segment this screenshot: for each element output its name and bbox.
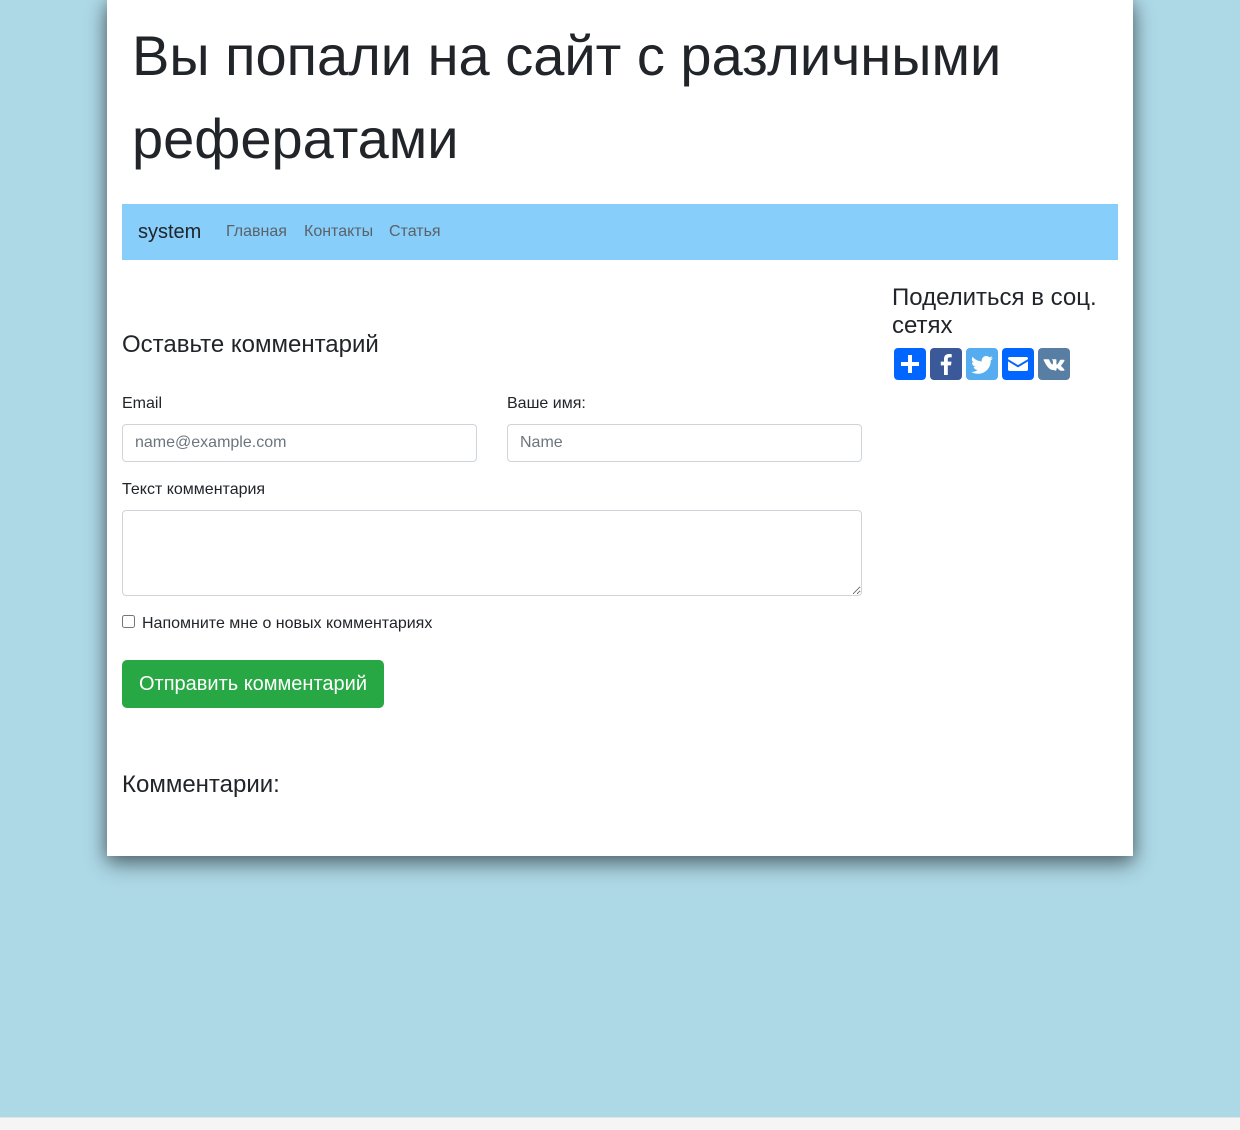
main-container: Вы попали на сайт с различными рефератам… xyxy=(107,0,1133,856)
twitter-icon xyxy=(966,348,998,380)
vk-icon xyxy=(1038,348,1070,380)
navbar-brand[interactable]: system xyxy=(138,220,201,244)
share-email-button[interactable] xyxy=(1002,348,1034,380)
share-add-button[interactable] xyxy=(894,348,926,380)
remind-label[interactable]: Напомните мне о новых комментариях xyxy=(142,614,432,634)
email-label: Email xyxy=(122,395,163,412)
share-vk-button[interactable] xyxy=(1038,348,1070,380)
plus-icon xyxy=(894,348,926,380)
share-heading: Поделиться в соц. сетях xyxy=(892,284,1097,339)
email-input[interactable] xyxy=(122,424,477,462)
facebook-icon xyxy=(930,348,962,380)
comment-form-heading: Оставьте комментарий xyxy=(122,331,379,358)
comment-text-label: Текст комментария xyxy=(122,481,266,498)
page-bottom-strip xyxy=(0,1117,1240,1130)
email-icon xyxy=(1002,348,1034,380)
comment-textarea[interactable] xyxy=(122,510,862,596)
site-title: Вы попали на сайт с различными рефератам… xyxy=(132,24,1002,170)
comments-heading: Комментарии: xyxy=(122,771,280,798)
submit-comment-button[interactable]: Отправить комментарий xyxy=(122,660,384,708)
remind-checkbox[interactable] xyxy=(122,615,135,628)
nav-link-home[interactable]: Главная xyxy=(226,222,287,242)
nav-link-contacts[interactable]: Контакты xyxy=(304,222,373,242)
share-twitter-button[interactable] xyxy=(966,348,998,380)
nav-link-article[interactable]: Статья xyxy=(389,222,441,242)
name-label: Ваше имя: xyxy=(507,395,586,412)
name-input[interactable] xyxy=(507,424,862,462)
share-facebook-button[interactable] xyxy=(930,348,962,380)
navbar: system Главная Контакты Статья xyxy=(122,204,1118,260)
